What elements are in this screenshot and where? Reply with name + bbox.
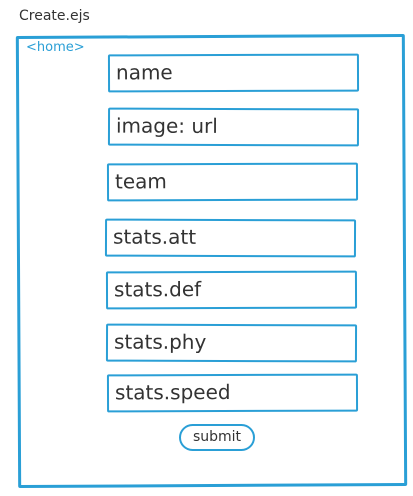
stats-att-field[interactable]: stats.att: [104, 218, 357, 258]
page-frame: [15, 33, 408, 489]
submit-button[interactable]: submit: [179, 424, 255, 451]
stats-phy-field[interactable]: stats.phy: [105, 323, 358, 363]
image-url-field[interactable]: image: url: [107, 107, 360, 147]
name-field[interactable]: name: [107, 53, 360, 93]
team-field[interactable]: team: [106, 162, 359, 202]
page-title: Create.ejs: [19, 8, 90, 24]
home-link[interactable]: <home>: [26, 40, 85, 55]
stats-speed-field[interactable]: stats.speed: [106, 373, 359, 413]
stats-def-field[interactable]: stats.def: [105, 270, 358, 310]
